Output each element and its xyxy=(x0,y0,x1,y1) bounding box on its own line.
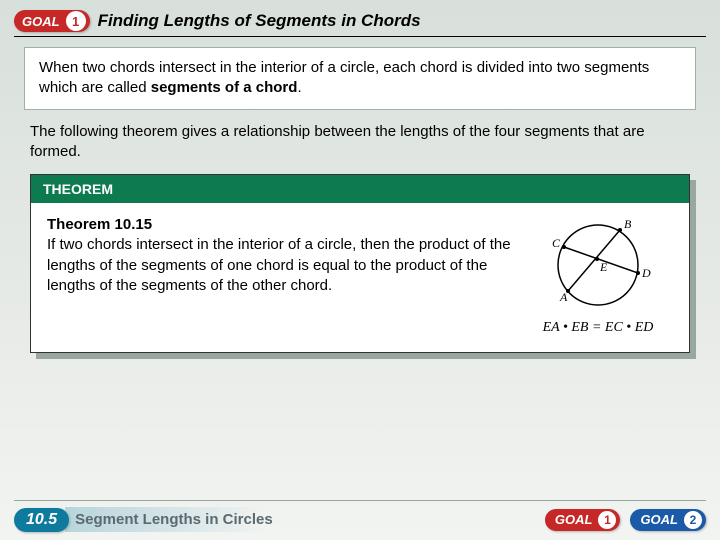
intro-text-a: When two chords intersect in the interio… xyxy=(39,59,649,96)
label-a: A xyxy=(559,290,568,304)
footer-goal-label-2: GOAL xyxy=(640,512,678,527)
intro-text-b: . xyxy=(297,79,301,96)
footer-goal-2[interactable]: GOAL 2 xyxy=(630,509,706,531)
theorem-heading: THEOREM xyxy=(31,175,689,203)
footer: 10.5 Segment Lengths in Circles GOAL 1 G… xyxy=(14,500,706,532)
page-title: Finding Lengths of Segments in Chords xyxy=(98,11,421,31)
label-d: D xyxy=(641,266,651,280)
goal-number: 1 xyxy=(66,11,86,31)
theorem-name: Theorem 10.15 xyxy=(47,216,152,233)
footer-goal-num-1: 1 xyxy=(598,511,616,529)
footer-goal-1[interactable]: GOAL 1 xyxy=(545,509,621,531)
label-b: B xyxy=(624,217,632,231)
theorem-body: If two chords intersect in the interior … xyxy=(47,236,511,294)
intro-term: segments of a chord xyxy=(151,79,298,96)
label-c: C xyxy=(552,236,561,250)
goal-label: GOAL xyxy=(22,14,60,29)
section-badge: 10.5 xyxy=(14,508,69,532)
intro-box: When two chords intersect in the interio… xyxy=(24,47,696,110)
goal-badge: GOAL 1 xyxy=(14,10,90,32)
footer-goal-num-2: 2 xyxy=(684,511,702,529)
header-rule xyxy=(14,36,706,37)
label-e: E xyxy=(599,260,608,274)
theorem-text: Theorem 10.15 If two chords intersect in… xyxy=(47,215,511,338)
section-title: Segment Lengths in Circles xyxy=(65,507,289,532)
mid-text: The following theorem gives a relationsh… xyxy=(30,122,690,163)
theorem-equation: EA • EB = EC • ED xyxy=(523,319,673,338)
footer-goal-label-1: GOAL xyxy=(555,512,593,527)
theorem-figure: A B C D E EA • EB = EC • ED xyxy=(523,215,673,338)
theorem-box: THEOREM Theorem 10.15 If two chords inte… xyxy=(30,174,690,353)
